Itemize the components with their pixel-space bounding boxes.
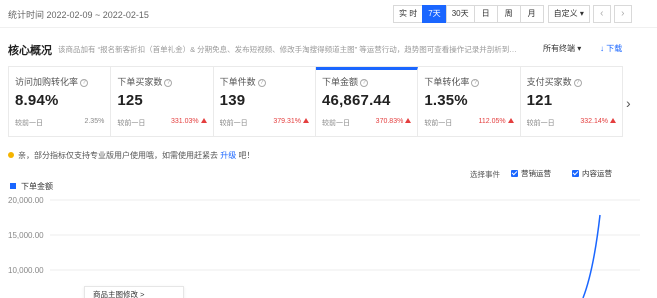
metric-value: 8.94%	[15, 92, 59, 109]
prev-period-icon[interactable]: ‹	[592, 5, 611, 23]
metric-label: 下单转化率	[424, 77, 470, 87]
metric-value: 121	[526, 92, 553, 109]
range-7d-button[interactable]: 7天	[422, 5, 447, 23]
section-title: 核心概况	[8, 45, 52, 57]
range-month-button[interactable]: 月	[519, 5, 544, 23]
checkbox-checked-icon	[572, 170, 579, 177]
notice-icon	[8, 152, 14, 158]
metric-compare-label: 较前一日	[526, 120, 555, 127]
arrow-up-icon	[609, 118, 616, 123]
range-week-button[interactable]: 周	[496, 5, 521, 23]
checkbox-label: 营销运营	[521, 169, 551, 178]
event-tooltip[interactable]: 商品主图修改 >	[84, 286, 184, 298]
metric-cards: 访问加购转化率? 8.94% 较前一日 2.35% 下单买家数? 125 较前一…	[8, 66, 623, 137]
metric-label: 访问加购转化率	[15, 77, 79, 87]
cards-next-icon[interactable]: ›	[626, 95, 631, 111]
chevron-down-icon: ▾	[577, 44, 582, 53]
metric-delta: 370.83%	[375, 118, 404, 125]
download-button[interactable]: ↓ 下载	[600, 43, 622, 54]
metric-value: 46,867.44	[321, 92, 391, 109]
next-period-icon[interactable]: ›	[613, 5, 632, 23]
order-amount-chart: 20,000.00 15,000.00 10,000.00	[8, 196, 640, 298]
top-toolbar: 统计时间 2022-02-09 ~ 2022-02-15 实 时 7天 30天 …	[0, 0, 657, 28]
metric-card-order-conversion[interactable]: 下单转化率? 1.35% 较前一日 112.05%	[418, 67, 521, 136]
metric-label: 下单买家数	[117, 77, 163, 87]
metric-label: 下单金额	[321, 77, 358, 87]
y-tick-label: 20,000.00	[8, 196, 44, 205]
metric-value: 139	[219, 92, 246, 109]
help-icon[interactable]: ?	[164, 79, 173, 87]
series-line-order-amount	[582, 214, 601, 298]
range-realtime-button[interactable]: 实 时	[393, 5, 424, 23]
metric-card-visit-addcart-rate[interactable]: 访问加购转化率? 8.94% 较前一日 2.35%	[9, 67, 112, 136]
metric-card-order-buyers[interactable]: 下单买家数? 125 较前一日 331.03%	[111, 67, 214, 136]
notice-text: 亲，部分指标仅支持专业版用户使用哦，如需使用赶紧去	[18, 151, 218, 160]
metric-compare-label: 较前一日	[321, 120, 350, 127]
date-range-selector: 实 时 7天 30天 日 周 月 自定义 ▾ ‹ ›	[393, 5, 632, 23]
range-30d-button[interactable]: 30天	[445, 5, 475, 23]
channel-select-label: 所有终端	[543, 44, 575, 53]
help-icon[interactable]: ?	[80, 79, 89, 87]
y-tick-label: 15,000.00	[8, 231, 44, 240]
checkbox-label: 内容运营	[582, 169, 612, 178]
metric-card-pay-buyers[interactable]: 支付买家数? 121 较前一日 332.14%	[521, 67, 622, 136]
help-icon[interactable]: ?	[471, 79, 480, 87]
upgrade-link[interactable]: 升级	[220, 151, 236, 160]
metric-delta: 332.14%	[580, 118, 608, 125]
metric-delta: 2.35%	[84, 118, 105, 125]
help-icon[interactable]: ?	[573, 79, 582, 87]
upgrade-notice: 亲，部分指标仅支持专业版用户使用哦，如需使用赶紧去 升级 吧！	[8, 150, 254, 161]
arrow-up-icon	[405, 118, 412, 123]
range-custom-button[interactable]: 自定义 ▾	[547, 5, 590, 23]
checkbox-checked-icon	[511, 170, 518, 177]
metric-label: 支付买家数	[526, 77, 572, 87]
marketing-checkbox[interactable]: 营销运营	[511, 168, 551, 179]
section-description: 该商品加有 “报名新客折扣（首单礼金）& 分期免息、发布短视频、修改手淘搜得频道…	[58, 45, 517, 54]
help-icon[interactable]: ?	[257, 79, 266, 87]
event-select-label: 选择事件	[470, 170, 500, 179]
metric-compare-label: 较前一日	[15, 120, 43, 127]
metric-card-order-amount[interactable]: 下单金额? 46,867.44 较前一日 370.83%	[315, 67, 419, 136]
metric-value: 1.35%	[424, 92, 468, 109]
metric-compare-label: 较前一日	[117, 120, 146, 127]
metric-compare-label: 较前一日	[424, 120, 453, 127]
metric-delta: 331.03%	[171, 118, 199, 125]
stat-time-range: 统计时间 2022-02-09 ~ 2022-02-15	[8, 10, 149, 20]
range-day-button[interactable]: 日	[473, 5, 498, 23]
help-icon[interactable]: ?	[360, 79, 368, 87]
metric-label: 下单件数	[219, 77, 256, 87]
metric-delta: 379.31%	[273, 118, 301, 125]
metric-compare-label: 较前一日	[219, 120, 248, 127]
arrow-up-icon	[302, 118, 309, 123]
content-checkbox[interactable]: 内容运营	[572, 168, 612, 179]
metric-value: 125	[117, 92, 143, 109]
arrow-up-icon	[200, 118, 207, 123]
channel-select[interactable]: 所有终端 ▾	[543, 43, 581, 54]
range-custom-label: 自定义	[553, 9, 578, 18]
chevron-down-icon: ▾	[579, 9, 584, 18]
metric-card-order-items[interactable]: 下单件数? 139 较前一日 379.31%	[214, 67, 316, 136]
legend-swatch	[10, 183, 16, 189]
y-tick-label: 10,000.00	[8, 266, 44, 275]
metric-delta: 112.05%	[478, 118, 506, 125]
arrow-up-icon	[507, 118, 514, 123]
notice-suffix: 吧！	[238, 151, 255, 160]
